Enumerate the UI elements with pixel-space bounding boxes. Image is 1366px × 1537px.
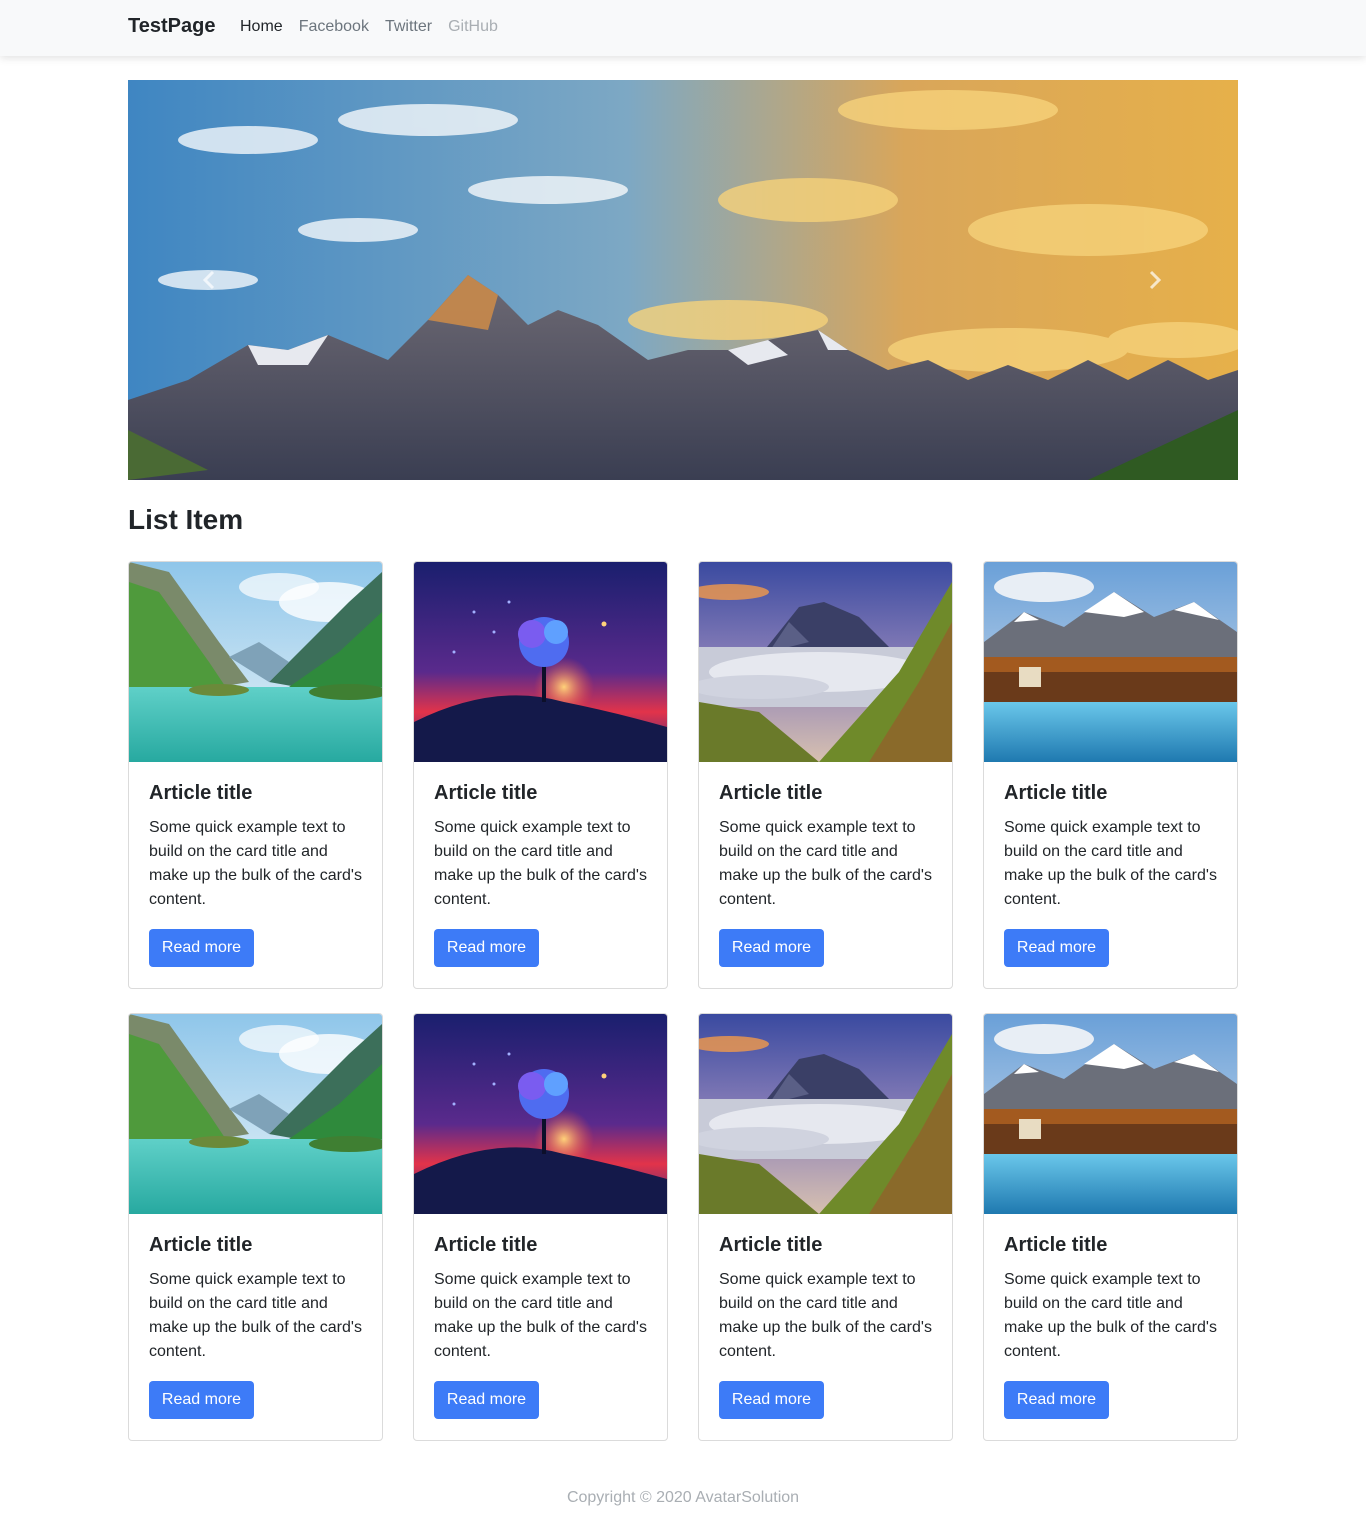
nav-link-github: GitHub xyxy=(448,18,498,35)
card-title: Article title xyxy=(149,1234,253,1256)
article-card: Article title Some quick example text to… xyxy=(983,1013,1238,1441)
nav-link-twitter[interactable]: Twitter xyxy=(385,18,432,36)
chevron-right-icon xyxy=(1149,270,1162,290)
article-card: Article title Some quick example text to… xyxy=(128,561,383,989)
misty-volcano-image xyxy=(699,562,952,762)
card-image xyxy=(984,1014,1237,1214)
nav-link-home[interactable]: Home xyxy=(240,18,283,36)
read-more-button[interactable]: Read more xyxy=(149,1381,254,1419)
card-image xyxy=(414,1014,667,1214)
article-card: Article title Some quick example text to… xyxy=(983,561,1238,989)
card-text: Some quick example text to build on the … xyxy=(149,1271,362,1360)
card-title: Article title xyxy=(149,782,253,804)
night-tree-image xyxy=(414,562,667,762)
read-more-button[interactable]: Read more xyxy=(1004,1381,1109,1419)
card-image xyxy=(984,562,1237,762)
navbar: TestPage Home Facebook Twitter GitHub xyxy=(0,0,1366,56)
read-more-button[interactable]: Read more xyxy=(149,929,254,967)
read-more-button[interactable]: Read more xyxy=(434,929,539,967)
brand-logo[interactable]: TestPage xyxy=(128,15,215,38)
card-title: Article title xyxy=(1004,782,1108,804)
card-image xyxy=(129,1014,382,1214)
mountain-sunset-image xyxy=(128,80,1238,480)
read-more-button[interactable]: Read more xyxy=(434,1381,539,1419)
nav-links: Home Facebook Twitter GitHub xyxy=(240,18,498,36)
card-title: Article title xyxy=(434,782,538,804)
article-card: Article title Some quick example text to… xyxy=(128,1013,383,1441)
card-image xyxy=(699,1014,952,1214)
article-card: Article title Some quick example text to… xyxy=(698,561,953,989)
alpine-lake-image xyxy=(984,1014,1237,1214)
valley-river-image xyxy=(129,562,382,762)
chevron-left-icon xyxy=(202,270,215,290)
card-title: Article title xyxy=(719,782,823,804)
alpine-lake-image xyxy=(984,562,1237,762)
carousel-next-button[interactable] xyxy=(1134,260,1174,300)
carousel-prev-button[interactable] xyxy=(190,260,230,300)
night-tree-image xyxy=(414,1014,667,1214)
card-image xyxy=(699,562,952,762)
valley-river-image xyxy=(129,1014,382,1214)
article-card: Article title Some quick example text to… xyxy=(698,1013,953,1441)
read-more-button[interactable]: Read more xyxy=(1004,929,1109,967)
card-text: Some quick example text to build on the … xyxy=(149,819,362,908)
card-text: Some quick example text to build on the … xyxy=(1004,1271,1217,1360)
read-more-button[interactable]: Read more xyxy=(719,929,824,967)
hero-carousel[interactable] xyxy=(128,80,1238,480)
section-title: List Item xyxy=(128,504,244,535)
nav-link-facebook[interactable]: Facebook xyxy=(299,18,369,36)
card-text: Some quick example text to build on the … xyxy=(719,819,932,908)
article-card: Article title Some quick example text to… xyxy=(413,1013,668,1441)
article-card: Article title Some quick example text to… xyxy=(413,561,668,989)
card-image xyxy=(414,562,667,762)
card-title: Article title xyxy=(719,1234,823,1256)
misty-volcano-image xyxy=(699,1014,952,1214)
card-text: Some quick example text to build on the … xyxy=(434,819,647,908)
footer-copyright: Copyright © 2020 AvatarSolution xyxy=(566,1489,800,1506)
card-image xyxy=(129,562,382,762)
card-title: Article title xyxy=(434,1234,538,1256)
card-text: Some quick example text to build on the … xyxy=(719,1271,932,1360)
card-text: Some quick example text to build on the … xyxy=(434,1271,647,1360)
card-text: Some quick example text to build on the … xyxy=(1004,819,1217,908)
card-title: Article title xyxy=(1004,1234,1108,1256)
read-more-button[interactable]: Read more xyxy=(719,1381,824,1419)
